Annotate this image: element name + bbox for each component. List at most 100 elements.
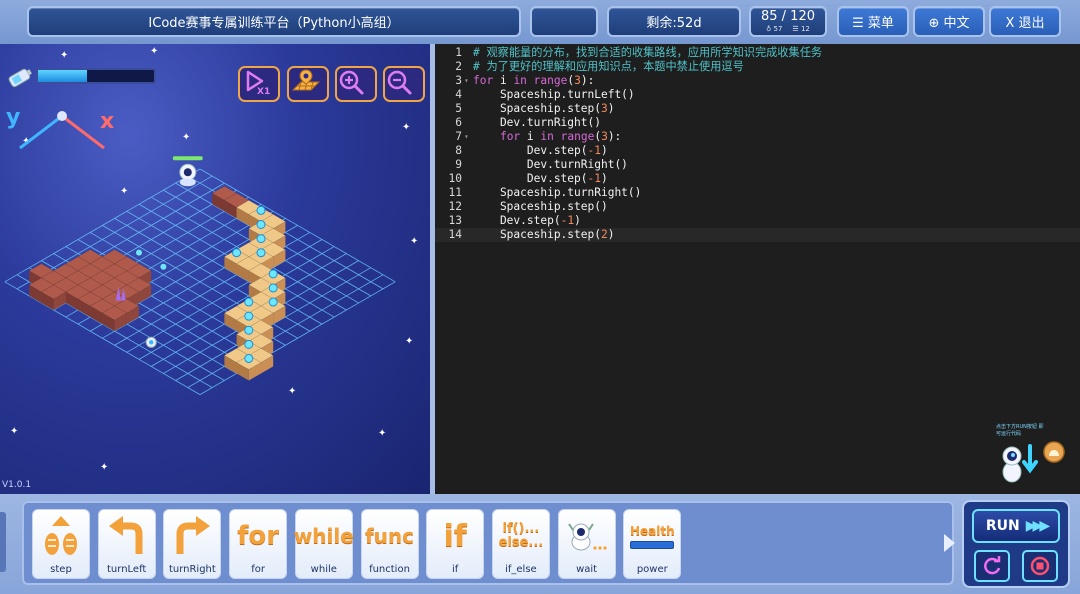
line-number: 3 <box>455 74 462 87</box>
app-root: ICode赛事专属训练平台（Python小高组） 剩余:52d 85 / 120… <box>0 0 1080 594</box>
palette-next-icon[interactable] <box>944 534 955 552</box>
exit-button[interactable]: X 退出 <box>989 6 1061 37</box>
code-text[interactable]: Spaceship.turnRight() <box>473 186 641 200</box>
fold-icon[interactable]: ▾ <box>464 130 469 144</box>
code-text[interactable]: Dev.turnRight() <box>473 116 601 130</box>
energy-crystal-icon <box>232 248 242 258</box>
line-number: 6 <box>455 116 462 129</box>
panel-handle[interactable] <box>0 512 6 572</box>
score-display: 85 / 120 ♁ 57 ☰ 12 <box>749 6 827 37</box>
block-for[interactable]: for for <box>229 509 288 579</box>
block-label: function <box>369 564 410 575</box>
map-icon[interactable] <box>287 66 329 102</box>
line-number: 14 <box>448 228 462 241</box>
block-turnLeft[interactable]: turnLeft <box>97 509 156 579</box>
zoom-out-icon[interactable] <box>383 66 425 102</box>
game-view[interactable]: ✦✦✦✦✦✦✦✦✦✦✦✦yx X1 <box>0 44 430 494</box>
block-while[interactable]: while while <box>294 509 354 579</box>
reset-button[interactable] <box>974 550 1010 582</box>
block-label: turnLeft <box>107 564 147 575</box>
stat-lines-value: 12 <box>800 25 810 33</box>
code-line[interactable]: 4 Spaceship.turnLeft() <box>435 88 1080 102</box>
code-line[interactable]: 9 Dev.turnRight() <box>435 158 1080 172</box>
code-text[interactable]: # 观察能量的分布，找到合适的收集路线，应用所学知识完成收集任务 <box>473 46 822 60</box>
energy-crystal-icon <box>244 325 254 335</box>
line-number: 11 <box>448 186 462 199</box>
dev-robot-icon <box>145 336 157 348</box>
run-button[interactable]: RUN ▶▶▶ <box>972 509 1060 543</box>
menu-button[interactable]: ☰ 菜单 <box>837 6 909 37</box>
block-palette: step turnLeft turnRight for for while while fun… <box>22 501 954 585</box>
axis-origin <box>57 111 67 121</box>
block-word: Health <box>629 523 675 538</box>
code-line[interactable]: 5 Spaceship.step(3) <box>435 102 1080 116</box>
code-line[interactable]: 2 # 为了更好的理解和应用知识点，本题中禁止使用逗号 <box>435 60 1080 74</box>
speed-x1-icon[interactable]: X1 <box>238 66 280 102</box>
block-if-else[interactable]: if()... else... if_else <box>491 509 550 579</box>
code-text[interactable]: Spaceship.turnLeft() <box>473 88 635 102</box>
block-turnRight[interactable]: turnRight <box>163 509 222 579</box>
speed-label: X1 <box>257 87 270 96</box>
power-icon: Health <box>627 513 677 559</box>
code-line[interactable]: 14 Spaceship.step(2) <box>435 228 1080 242</box>
step-icon <box>36 513 86 559</box>
code-line[interactable]: 7 for i in range(3): ▾ <box>435 130 1080 144</box>
code-text[interactable]: for i in range(3): <box>473 74 594 88</box>
score-stats: ♁ 57 ☰ 12 <box>766 26 810 33</box>
energy-crystal-icon <box>268 297 278 307</box>
for-icon: for <box>233 513 283 559</box>
block-label: for <box>251 564 265 575</box>
star-icon: ✦ <box>405 336 413 347</box>
code-line[interactable]: 10 Dev.step(-1) <box>435 172 1080 186</box>
x-axis-line <box>61 114 105 150</box>
code-text[interactable]: Dev.step(-1) <box>473 172 608 186</box>
code-text[interactable]: Spaceship.step(3) <box>473 102 615 116</box>
block-power[interactable]: Health power <box>623 509 682 579</box>
stat-likes: ♁ 57 <box>766 25 783 33</box>
axis-x-label: x <box>100 109 114 134</box>
code-line[interactable]: 11 Spaceship.turnRight() <box>435 186 1080 200</box>
star-icon: ✦ <box>182 132 190 143</box>
energy-crystal-icon <box>256 205 266 215</box>
star-icon: ✦ <box>100 462 108 473</box>
code-text[interactable]: Dev.step(-1) <box>473 144 608 158</box>
refresh-icon <box>984 556 1001 575</box>
code-line[interactable]: 3 for i in range(3): ▾ <box>435 74 1080 88</box>
code-editor[interactable]: 1 # 观察能量的分布，找到合适的收集路线，应用所学知识完成收集任务 2 # 为了更好… <box>435 44 1080 494</box>
language-button[interactable]: ⊕ 中文 <box>913 6 985 37</box>
energy-crystal-icon <box>244 339 254 349</box>
zoom-in-icon[interactable] <box>335 66 377 102</box>
code-text[interactable]: # 为了更好的理解和应用知识点，本题中禁止使用逗号 <box>473 60 744 74</box>
line-number: 2 <box>455 60 462 73</box>
function-icon: func <box>365 513 415 559</box>
code-line[interactable]: 13 Dev.step(-1) <box>435 214 1080 228</box>
code-text[interactable]: Spaceship.step() <box>473 200 608 214</box>
run-hint: 点击下方RUN按钮 即可运行代码 <box>996 424 1044 437</box>
stop-button[interactable] <box>1022 550 1058 582</box>
block-wait[interactable]: wait <box>557 509 616 579</box>
block-label: wait <box>576 564 598 575</box>
block-function[interactable]: func function <box>360 509 419 579</box>
star-icon: ✦ <box>288 386 296 397</box>
code-line[interactable]: 6 Dev.turnRight() <box>435 116 1080 130</box>
code-line[interactable]: 8 Dev.step(-1) <box>435 144 1080 158</box>
line-number: 12 <box>448 200 462 213</box>
if-icon: if <box>430 513 480 559</box>
code-text[interactable]: Dev.turnRight() <box>473 158 628 172</box>
code-text[interactable]: Dev.step(-1) <box>473 214 581 228</box>
line-number: 8 <box>455 144 462 157</box>
game-scene: ✦✦✦✦✦✦✦✦✦✦✦✦yx <box>4 46 418 473</box>
code-text[interactable]: for i in range(3): <box>473 130 621 144</box>
code-line[interactable]: 1 # 观察能量的分布，找到合适的收集路线，应用所学知识完成收集任务 <box>435 46 1080 60</box>
block-step[interactable]: step <box>32 509 90 579</box>
code-text[interactable]: Spaceship.step(2) <box>473 228 615 242</box>
helper-robot: 点击下方RUN按钮 即可运行代码 <box>996 424 1070 494</box>
energy-bar <box>36 68 156 84</box>
remaining-days: 剩余:52d <box>607 6 741 37</box>
line-number: 4 <box>455 88 462 101</box>
fold-icon[interactable]: ▾ <box>464 74 469 88</box>
block-word: if <box>443 518 467 554</box>
block-if[interactable]: if if <box>426 509 485 579</box>
code-line[interactable]: 12 Spaceship.step() <box>435 200 1080 214</box>
block-label: if <box>452 564 459 575</box>
